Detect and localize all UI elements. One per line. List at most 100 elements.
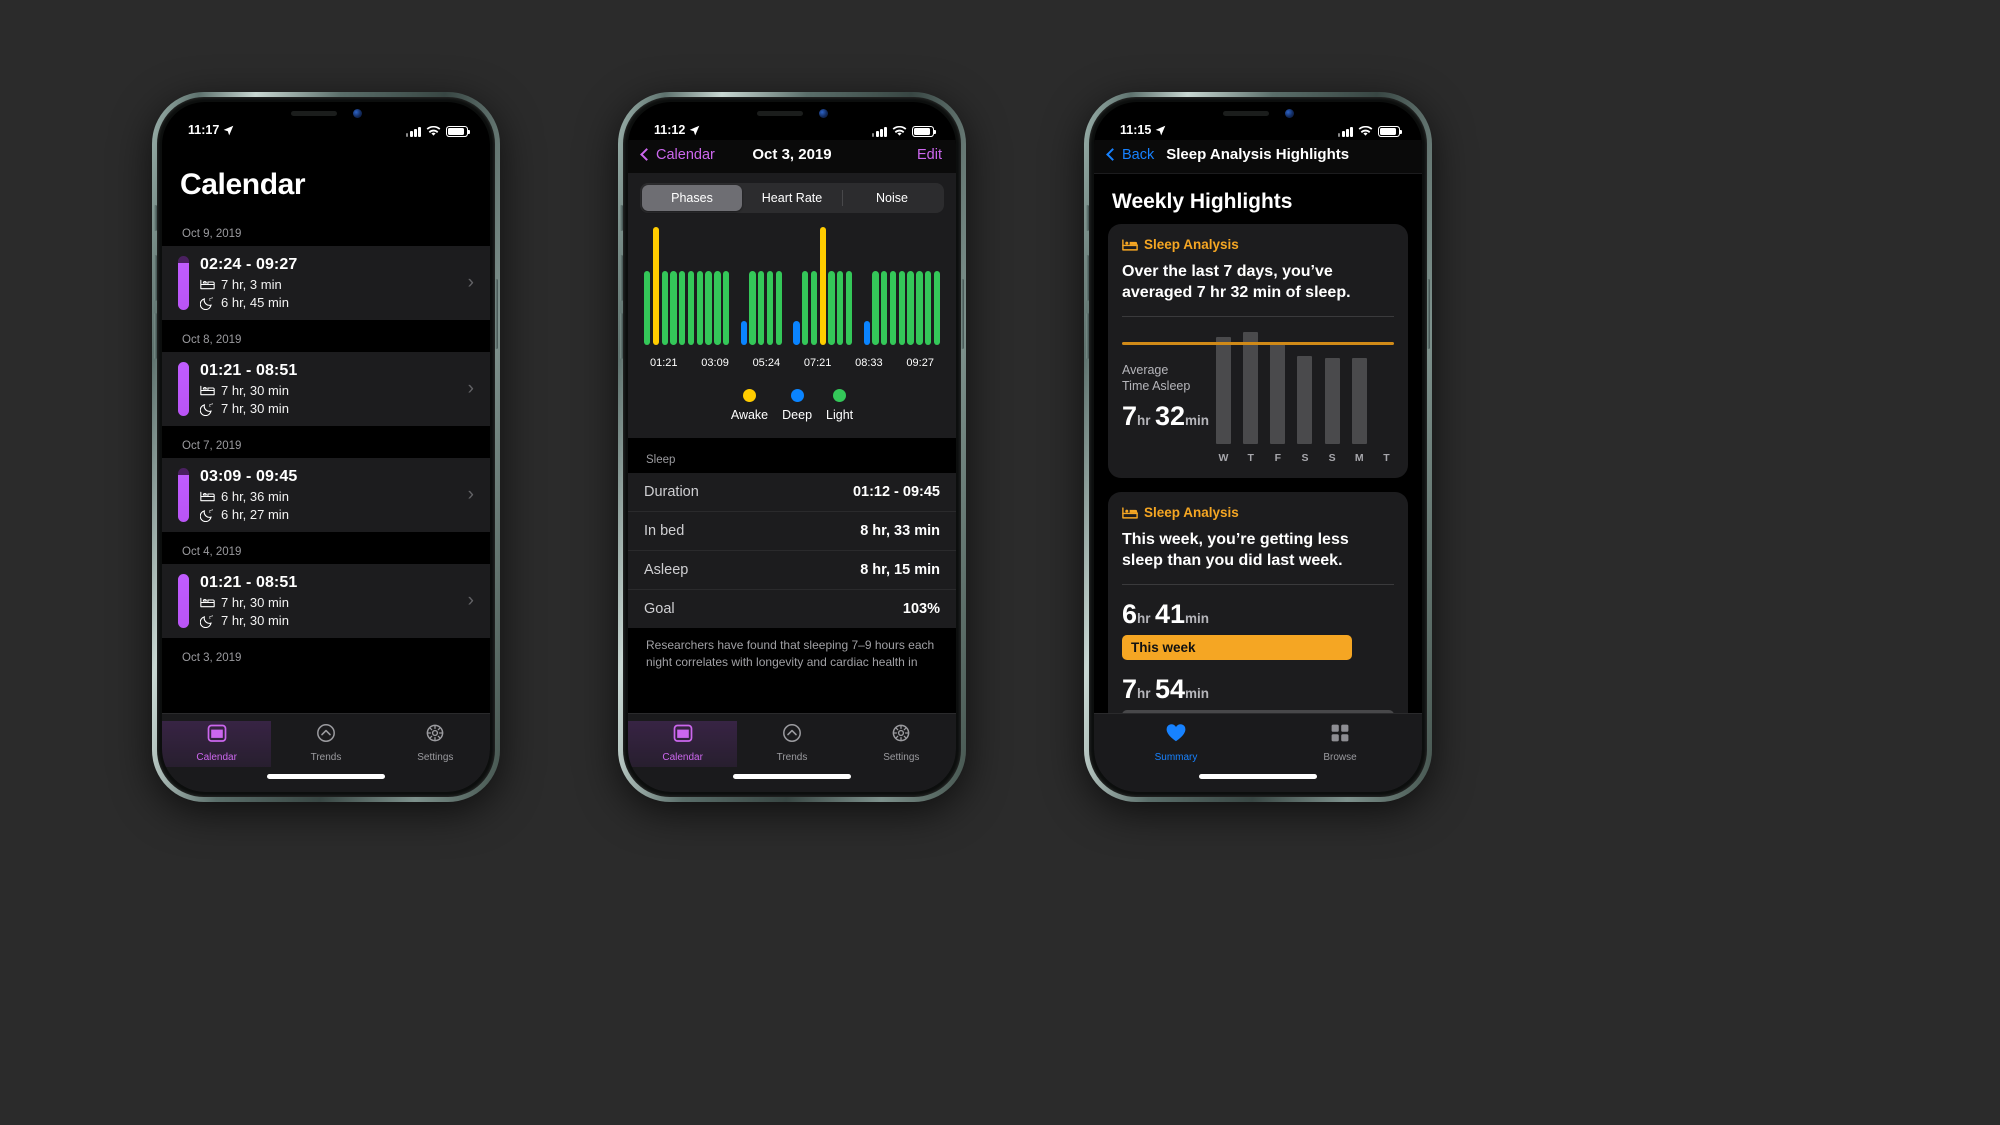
segment-phases[interactable]: Phases xyxy=(642,185,742,211)
list-item[interactable]: 01:21 - 08:51 7 hr, 30 min z z 7 hr, 30 … xyxy=(162,352,490,426)
phase-bar xyxy=(802,271,809,345)
phase-bar xyxy=(714,271,721,345)
segmented-control[interactable]: Phases Heart Rate Noise xyxy=(640,183,944,213)
week-bar xyxy=(1243,331,1259,445)
calendar-icon xyxy=(673,724,693,742)
back-button[interactable]: Back xyxy=(1106,146,1155,163)
row-key: Duration xyxy=(644,484,699,500)
moon-zzz-icon: z z xyxy=(200,296,213,310)
chevron-right-icon[interactable]: › xyxy=(468,590,478,612)
sleep-time-range: 01:21 - 08:51 xyxy=(200,362,298,379)
value-hours: 7 xyxy=(1122,401,1138,432)
phase-gap xyxy=(732,344,738,345)
edit-button[interactable]: Edit xyxy=(832,147,942,163)
tab-browse[interactable]: Browse xyxy=(1258,721,1422,767)
highlight-card-comparison[interactable]: Sleep Analysis This week, you’re getting… xyxy=(1108,492,1408,713)
chevron-left-icon xyxy=(1106,148,1119,161)
card-message: This week, you’re getting less sleep tha… xyxy=(1122,531,1349,570)
back-button[interactable]: Calendar xyxy=(640,147,752,163)
calendar-list[interactable]: Oct 9, 2019 02:24 - 09:27 7 hr, 3 min z … xyxy=(162,214,490,713)
card-category: Sleep Analysis xyxy=(1122,237,1394,252)
phase-bar xyxy=(679,271,686,345)
sleep-duration-pill xyxy=(178,256,189,310)
bed-icon xyxy=(1122,238,1138,251)
sleep-duration-pill xyxy=(178,362,189,416)
value-minutes: 32 xyxy=(1154,401,1186,432)
phase-bar xyxy=(687,271,695,345)
table-row[interactable]: Asleep 8 hr, 15 min xyxy=(628,551,956,590)
average-line xyxy=(1122,342,1394,346)
phase-bar xyxy=(810,271,818,345)
day-label: Oct 3, 2019 xyxy=(182,652,242,664)
week-bar xyxy=(1351,358,1367,445)
legend-dot xyxy=(742,389,756,402)
table-row[interactable]: In bed 8 hr, 33 min xyxy=(628,512,956,551)
tab-trends[interactable]: Trends xyxy=(737,721,846,767)
chevron-right-icon[interactable]: › xyxy=(468,484,478,506)
tab-summary[interactable]: Summary xyxy=(1094,721,1258,767)
in-bed-duration: 7 hr, 30 min xyxy=(221,383,289,398)
x-tick-label: 08:33 xyxy=(855,357,883,369)
phase-bar xyxy=(845,271,853,345)
day-group: Oct 9, 2019 02:24 - 09:27 7 hr, 3 min z … xyxy=(162,214,490,320)
day-label: Oct 8, 2019 xyxy=(182,334,242,346)
card-category: Sleep Analysis xyxy=(1122,505,1394,520)
tab-label: Summary xyxy=(1154,752,1198,763)
detail-scroll[interactable]: Phases Heart Rate Noise 01:21 03:09 05:24 0… xyxy=(628,174,956,713)
bed-icon xyxy=(200,491,215,502)
svg-text:z: z xyxy=(211,508,213,512)
value-hours: 6 xyxy=(1122,599,1138,630)
phase-bar xyxy=(793,321,800,345)
highlights-scroll[interactable]: Weekly Highlights Sleep Analysis Over th… xyxy=(1094,174,1422,713)
card-category-label: Sleep Analysis xyxy=(1144,505,1239,521)
highlight-card-average[interactable]: Sleep Analysis Over the last 7 days, you… xyxy=(1108,224,1408,479)
legend-dot xyxy=(790,389,804,402)
chevron-right-icon[interactable]: › xyxy=(468,378,478,400)
bed-icon xyxy=(200,279,215,290)
screen-calendar: 11:17 Calendar Oct 9, 2019 02:24 - 09:27… xyxy=(162,102,490,792)
tab-calendar[interactable]: Calendar xyxy=(162,721,272,767)
tab-calendar[interactable]: Calendar xyxy=(628,721,738,767)
card-message: Over the last 7 days, you’ve averaged 7 … xyxy=(1122,263,1351,302)
page-title: Calendar xyxy=(180,168,306,201)
phase-bar xyxy=(837,271,844,345)
table-row[interactable]: Goal 103% xyxy=(628,590,956,628)
tab-label: Browse xyxy=(1323,752,1357,763)
row-key: In bed xyxy=(644,523,685,539)
phase-bar xyxy=(828,271,835,345)
back-label: Back xyxy=(1122,146,1155,163)
segment-noise[interactable]: Noise xyxy=(842,185,942,211)
legend-item: Awake xyxy=(731,389,768,422)
list-item[interactable]: 02:24 - 09:27 7 hr, 3 min z z 6 hr, 45 m… xyxy=(162,246,490,320)
day-group: Oct 7, 2019 03:09 - 09:45 6 hr, 36 min z… xyxy=(162,426,490,532)
phase-bar xyxy=(661,271,668,345)
week-day-label: T xyxy=(1247,452,1254,465)
home-indicator[interactable] xyxy=(267,774,385,779)
home-indicator[interactable] xyxy=(733,774,851,779)
svg-text:z: z xyxy=(211,296,213,300)
home-indicator-area xyxy=(162,770,490,792)
list-item[interactable]: 03:09 - 09:45 6 hr, 36 min z z 6 hr, 27 … xyxy=(162,458,490,532)
metric-label-line2: Time Asleep xyxy=(1122,378,1191,393)
metric-label-line1: Average xyxy=(1122,363,1169,378)
phase-bar xyxy=(881,271,888,345)
table-row[interactable]: Duration 01:12 - 09:45 xyxy=(628,473,956,512)
wifi-icon xyxy=(1358,126,1373,136)
tab-settings[interactable]: Settings xyxy=(381,721,490,767)
cellular-signal-icon xyxy=(1337,127,1353,137)
footnote-text: Researchers have found that sleeping 7–9… xyxy=(646,638,935,670)
home-indicator-area xyxy=(1094,770,1422,792)
segment-heart-rate[interactable]: Heart Rate xyxy=(742,185,842,211)
tab-trends[interactable]: Trends xyxy=(271,721,380,767)
tab-settings[interactable]: Settings xyxy=(847,721,956,767)
phase-bar xyxy=(863,321,870,345)
chevron-right-icon[interactable]: › xyxy=(468,272,478,294)
list-item[interactable]: 01:21 - 08:51 7 hr, 30 min z z 7 hr, 30 … xyxy=(162,564,490,638)
home-indicator[interactable] xyxy=(1199,774,1317,779)
cellular-signal-icon xyxy=(871,127,887,137)
status-bar: 11:12 xyxy=(628,102,956,140)
chevron-left-icon xyxy=(640,148,653,161)
segmented-control-wrap: Phases Heart Rate Noise xyxy=(628,174,956,213)
legend-label: Light xyxy=(826,408,854,422)
comparison-row-last-week: 7hr 54min Last week xyxy=(1122,674,1394,713)
